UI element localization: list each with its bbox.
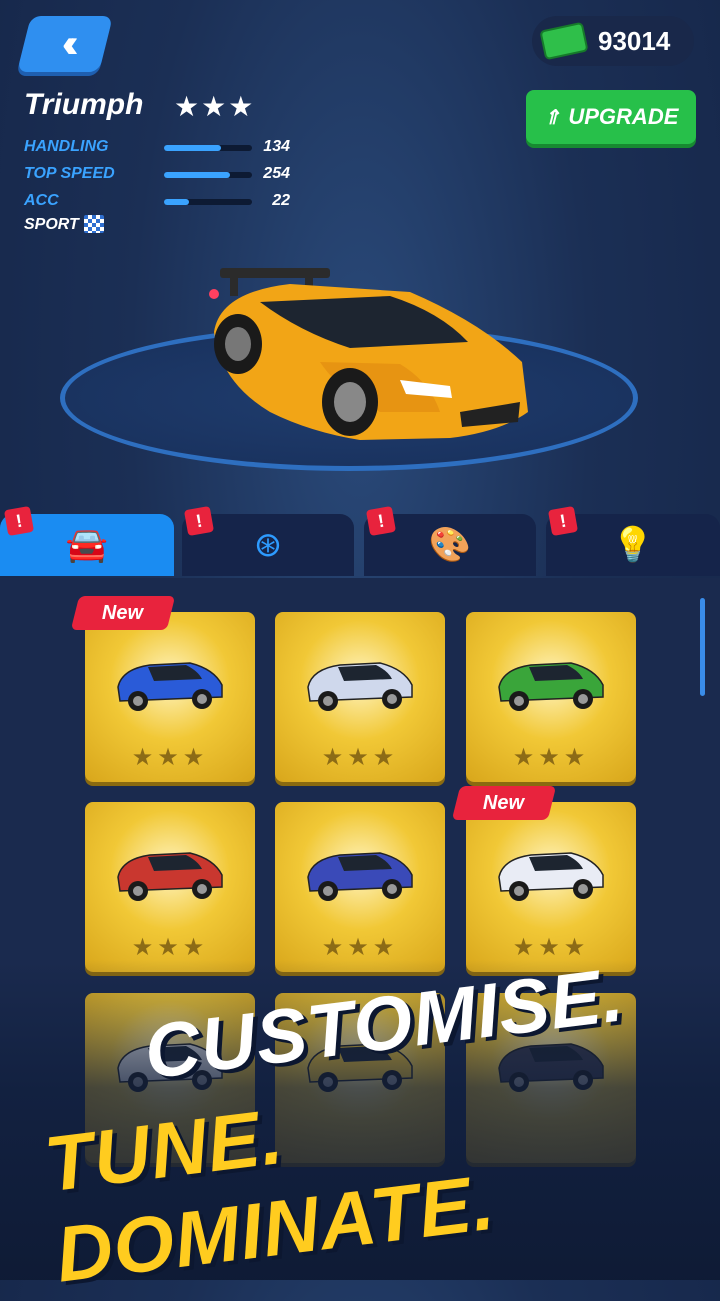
car-stars: ★★★	[174, 91, 256, 122]
stat-bar-top-speed	[164, 172, 252, 178]
stat-bar-acc	[164, 199, 252, 205]
stat-label-acc: ACC	[24, 192, 59, 209]
car-card-blue-muscle-car[interactable]: ★★★	[85, 612, 255, 782]
tab-alert-badge: !	[3, 505, 35, 537]
paint-palette-icon: 🎨	[428, 526, 472, 564]
underglow-light-icon: 💡	[611, 526, 655, 564]
car-thumbnail-blue-muscle-car	[117, 662, 223, 711]
back-button[interactable]: ‹‹	[17, 16, 113, 72]
car-card-flag-dragster[interactable]: ★★★	[275, 802, 445, 972]
stat-value-acc: 22	[272, 192, 290, 209]
category-tabs: 🚘 ! ⊛ ! 🎨 ! 💡 !	[0, 505, 720, 578]
cash-value: 93014	[598, 25, 671, 56]
double-chevron-left-icon: ‹‹	[61, 21, 69, 66]
selected-car-image	[209, 268, 528, 440]
upgrade-label: UPGRADE	[568, 104, 679, 129]
tab-wheels[interactable]: ⊛ !	[182, 505, 354, 576]
stat-label-handling: HANDLING	[24, 138, 109, 155]
car-thumbnail-white-dragster	[307, 662, 413, 711]
car-icon: 🚘	[65, 526, 109, 564]
card-stars: ★★★	[512, 744, 590, 771]
grid-scrollbar[interactable]	[700, 598, 705, 696]
stat-fill-handling	[164, 145, 222, 151]
tab-alert-badge: !	[365, 505, 397, 537]
upgrade-button[interactable]: ⇑ UPGRADE	[526, 90, 696, 144]
stat-value-handling: 134	[263, 138, 290, 155]
new-badge: New	[70, 596, 176, 630]
cash-display: 93014	[532, 16, 694, 66]
stat-value-top-speed: 254	[263, 165, 290, 182]
checkered-flag-icon	[84, 215, 104, 233]
wheel-icon: ⊛	[253, 526, 283, 564]
card-stars: ★★★	[321, 934, 399, 961]
car-class-label: SPORT	[24, 216, 79, 233]
new-badge: New	[451, 786, 557, 820]
double-chevron-up-icon: ⇑	[543, 106, 561, 129]
car-card-white-dragster[interactable]: ★★★	[275, 612, 445, 782]
car-thumbnail-flag-muscle-car	[498, 852, 604, 901]
car-thumbnail-flag-dragster	[307, 852, 413, 901]
car-card-flag-muscle-car[interactable]: ★★★	[466, 802, 636, 972]
new-badge-label: New	[483, 791, 525, 814]
car-thumbnail-red-roadster	[117, 852, 223, 901]
stat-label-top-speed: TOP SPEED	[24, 165, 115, 182]
car-name: Triumph	[24, 88, 144, 121]
tab-alert-badge: !	[547, 505, 579, 537]
tab-paint[interactable]: 🎨 !	[364, 505, 536, 576]
cash-stack-icon	[539, 21, 589, 61]
card-stars: ★★★	[321, 744, 399, 771]
car-card-green-convertible[interactable]: ★★★	[466, 612, 636, 782]
stat-fill-acc	[164, 199, 189, 205]
card-stars: ★★★	[131, 744, 209, 771]
car-thumbnail-green-convertible	[498, 662, 604, 711]
card-stars: ★★★	[131, 934, 209, 961]
car-card-red-roadster[interactable]: ★★★	[85, 802, 255, 972]
stat-fill-top-speed	[164, 172, 230, 178]
stat-bar-handling	[164, 145, 252, 151]
tab-car-body[interactable]: 🚘 !	[0, 505, 174, 576]
new-badge-label: New	[102, 601, 144, 624]
tab-alert-badge: !	[183, 505, 215, 537]
tab-underglow[interactable]: 💡 !	[546, 505, 720, 576]
